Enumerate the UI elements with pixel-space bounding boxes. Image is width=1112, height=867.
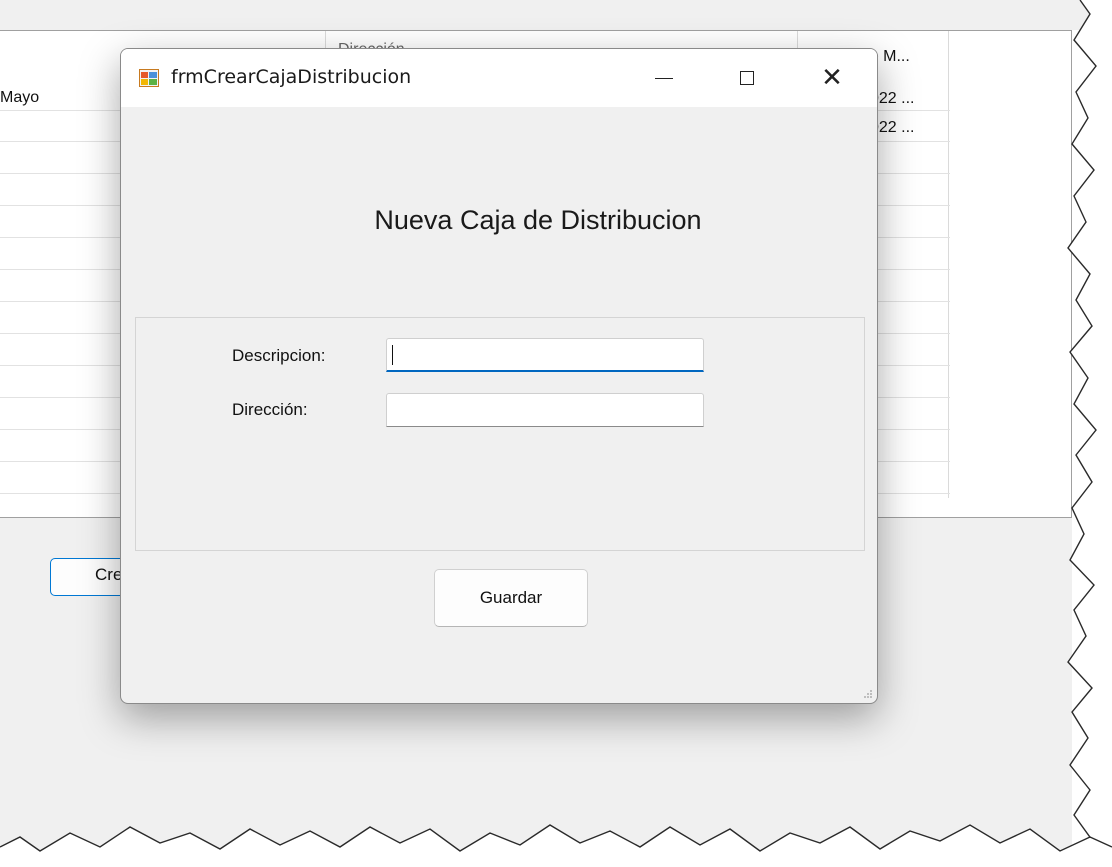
direccion-input[interactable] (386, 393, 704, 427)
app-form-icon (139, 69, 159, 87)
background-toolbar-strip (0, 0, 1112, 30)
resize-grip-icon[interactable] (863, 689, 873, 699)
dialog-title: frmCrearCajaDistribucion (171, 66, 412, 88)
descripcion-label: Descripcion: (232, 346, 326, 365)
close-icon: ✕ (821, 63, 843, 93)
dialog-heading-wrap: Nueva Caja de Distribucion (121, 205, 877, 236)
maximize-icon (740, 71, 754, 85)
descripcion-input[interactable] (386, 338, 704, 372)
grid-column-separator (948, 31, 949, 498)
minimize-icon (655, 77, 673, 79)
maximize-button[interactable] (716, 49, 778, 107)
fields-groupbox: Descripcion: Dirección: (135, 317, 865, 551)
torn-edge-bottom (0, 824, 1112, 867)
crear-caja-dialog[interactable]: frmCrearCajaDistribucion ✕ Nueva Caja de… (120, 48, 878, 704)
dialog-heading: Nueva Caja de Distribucion (374, 205, 702, 235)
close-button[interactable]: ✕ (801, 49, 863, 107)
minimize-button[interactable] (633, 49, 695, 107)
direccion-label: Dirección: (232, 400, 308, 419)
dialog-titlebar[interactable]: frmCrearCajaDistribucion ✕ (121, 49, 877, 107)
text-caret (392, 345, 393, 365)
grid-header-mayo[interactable]: Mayo (0, 89, 39, 107)
torn-edge-right (1067, 0, 1112, 867)
guardar-button[interactable]: Guardar (434, 569, 588, 627)
